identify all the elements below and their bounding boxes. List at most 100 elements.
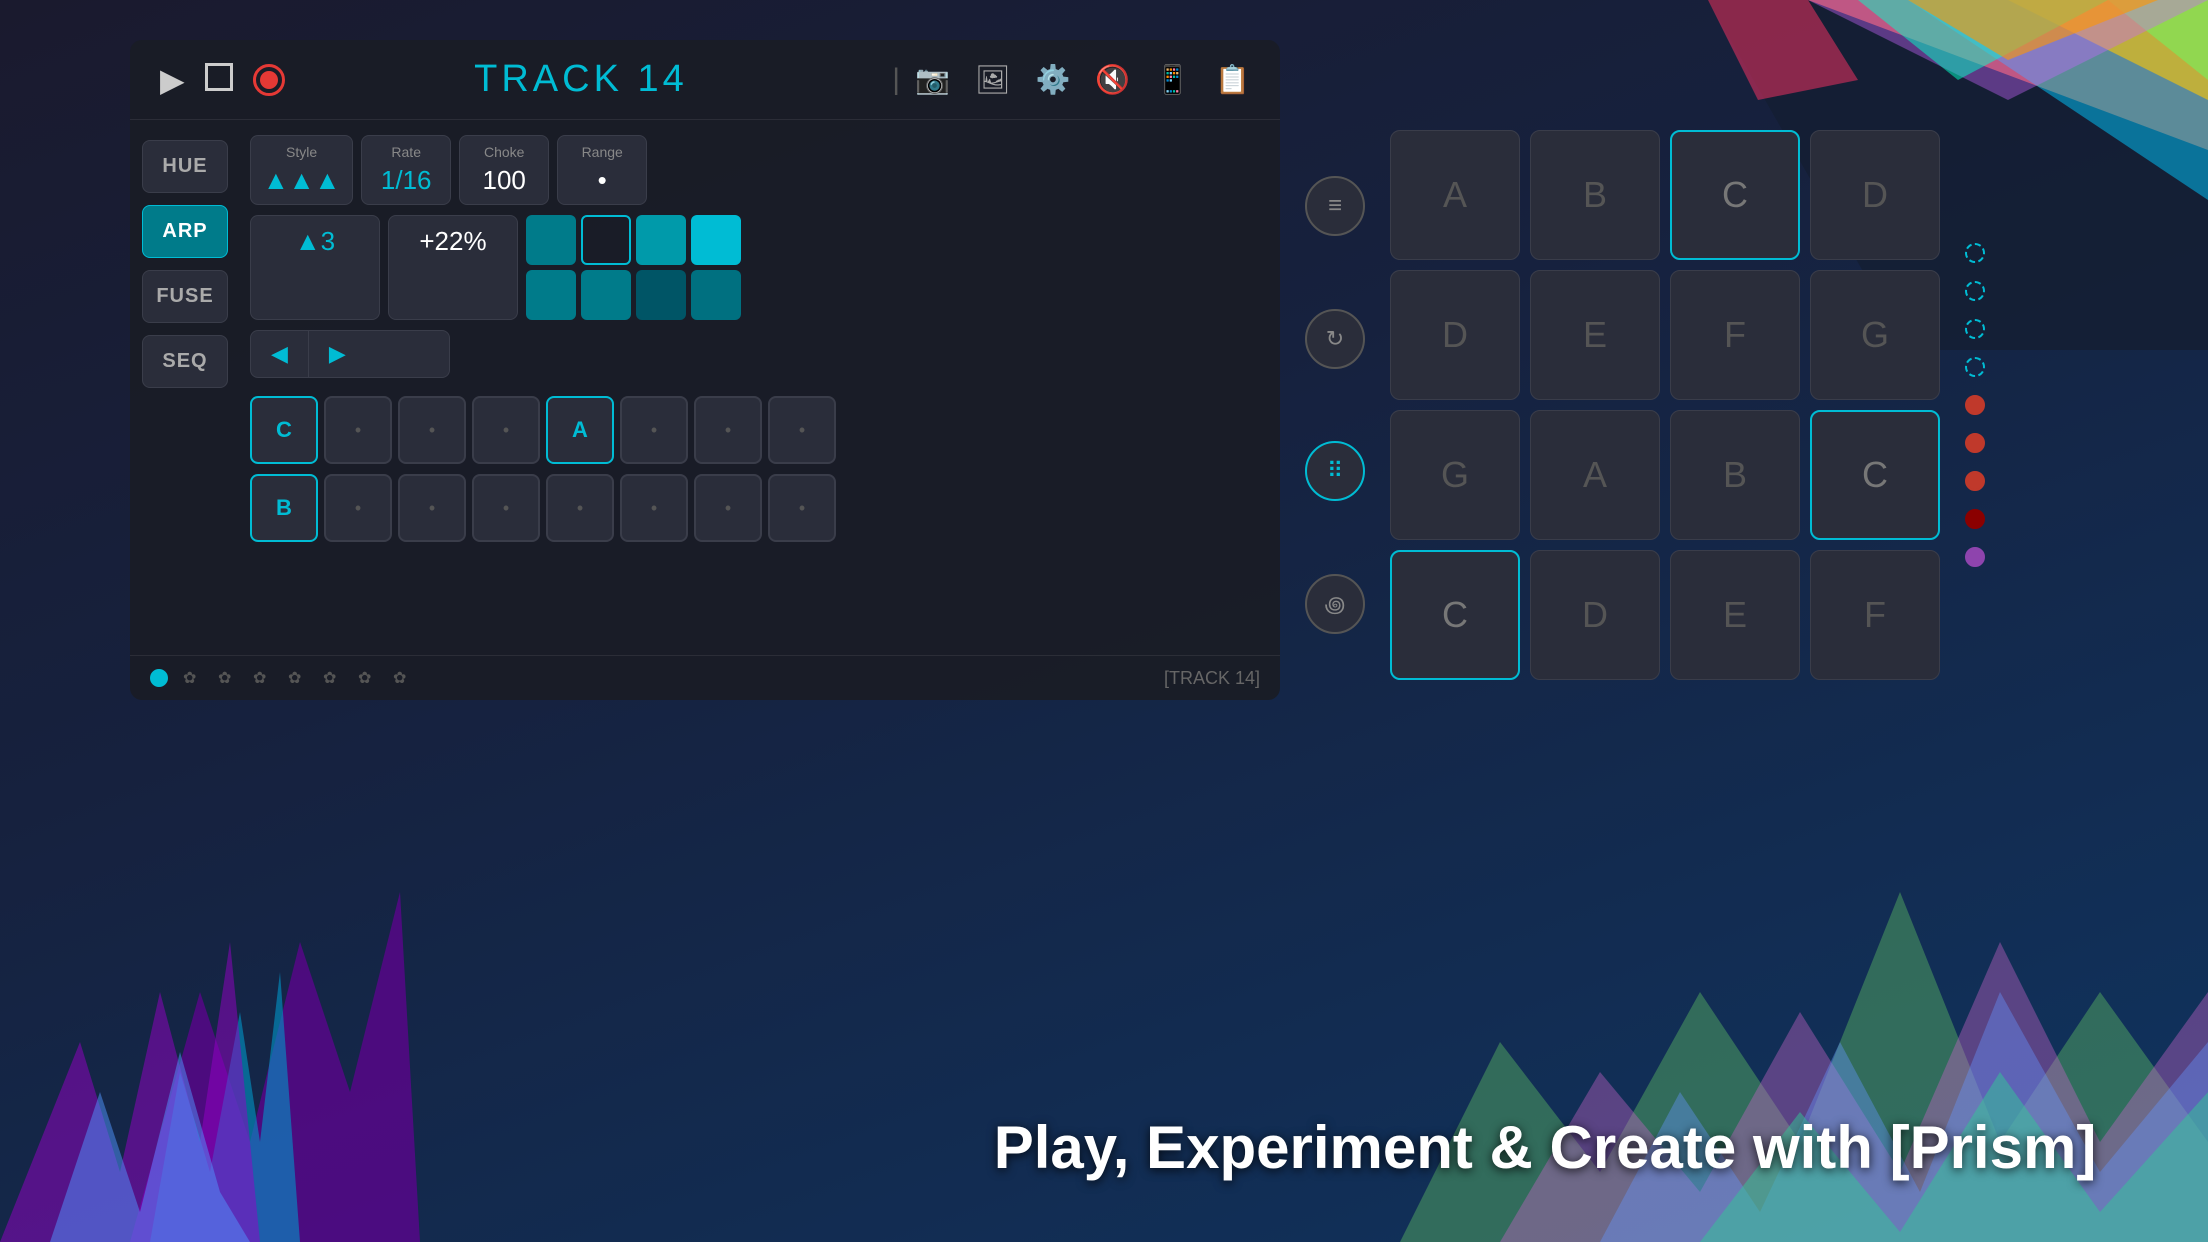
pad-a3[interactable]: A: [1530, 410, 1660, 540]
step-2-4[interactable]: •: [472, 474, 540, 542]
track-dot-1[interactable]: [150, 669, 168, 687]
spiral-button[interactable]: ꩜: [1305, 574, 1365, 634]
rate-control[interactable]: Rate 1/16: [361, 135, 451, 205]
sidebar-btn-hue[interactable]: HUE: [142, 140, 228, 193]
track-title: TRACK 14: [285, 58, 878, 101]
header-bar: ▶ TRACK 14 | 📷 🖼 ⚙️ 🔇 📱 📋: [130, 40, 1280, 120]
pad-f4[interactable]: F: [1810, 550, 1940, 680]
pad-f2[interactable]: F: [1670, 270, 1800, 400]
right-dot-4[interactable]: [1965, 357, 1985, 377]
right-dot-7[interactable]: [1965, 471, 1985, 491]
step-row-2: B • • • • • • •: [250, 474, 1270, 542]
right-dots: [1950, 120, 2000, 690]
title-separator: |: [892, 63, 900, 97]
track-dot-3[interactable]: ✿: [218, 668, 238, 688]
step-sequencer: C • • • A • • • B • • • • • •: [250, 396, 1270, 542]
pad-d2[interactable]: D: [1390, 270, 1520, 400]
step-2-6[interactable]: •: [620, 474, 688, 542]
image-icon[interactable]: 🖼: [975, 63, 1011, 96]
grid-button[interactable]: ⠿: [1305, 441, 1365, 501]
step-1-5[interactable]: A: [546, 396, 614, 464]
track-dot-5[interactable]: ✿: [288, 668, 308, 688]
pattern-btn-2[interactable]: [581, 215, 631, 265]
pad-row-1: A B C D: [1390, 130, 1940, 260]
equalizer-button[interactable]: ≡: [1305, 176, 1365, 236]
pattern-btn-5[interactable]: [526, 270, 576, 320]
record-button[interactable]: [253, 64, 285, 96]
step-2-5[interactable]: •: [546, 474, 614, 542]
pad-b3[interactable]: B: [1670, 410, 1800, 540]
play-button[interactable]: ▶: [160, 61, 185, 99]
step-2-2[interactable]: •: [324, 474, 392, 542]
right-dot-6[interactable]: [1965, 433, 1985, 453]
swing-value: +22%: [419, 226, 486, 256]
track-dot-8[interactable]: ✿: [393, 668, 413, 688]
refresh-button[interactable]: ↻: [1305, 309, 1365, 369]
controls-area: Style ▲▲▲ Rate 1/16 Choke 100 Range •: [240, 120, 1280, 655]
pad-grid: A B C D D E F G G A B C C D E F: [1380, 120, 1950, 690]
right-dot-2[interactable]: [1965, 281, 1985, 301]
right-dot-9[interactable]: [1965, 547, 1985, 567]
pattern-btn-6[interactable]: [581, 270, 631, 320]
pad-b1[interactable]: B: [1530, 130, 1660, 260]
swing-control[interactable]: +22%: [388, 215, 518, 320]
step-2-8[interactable]: •: [768, 474, 836, 542]
pattern-row-2: [526, 270, 741, 320]
pad-e4[interactable]: E: [1670, 550, 1800, 680]
pattern-btn-8[interactable]: [691, 270, 741, 320]
track-dot-4[interactable]: ✿: [253, 668, 273, 688]
track-dot-2[interactable]: ✿: [183, 668, 203, 688]
pad-d4[interactable]: D: [1530, 550, 1660, 680]
right-dot-8[interactable]: [1965, 509, 1985, 529]
step-1-6[interactable]: •: [620, 396, 688, 464]
pad-c3[interactable]: C: [1810, 410, 1940, 540]
step-row-1: C • • • A • • •: [250, 396, 1270, 464]
octave-control[interactable]: ▲3: [250, 215, 380, 320]
pad-e2[interactable]: E: [1530, 270, 1660, 400]
pad-g2[interactable]: G: [1810, 270, 1940, 400]
prev-button[interactable]: ◀: [251, 331, 309, 377]
pad-g3[interactable]: G: [1390, 410, 1520, 540]
step-1-7[interactable]: •: [694, 396, 762, 464]
pad-d1[interactable]: D: [1810, 130, 1940, 260]
style-control[interactable]: Style ▲▲▲: [250, 135, 353, 205]
sidebar-btn-seq[interactable]: SEQ: [142, 335, 228, 388]
step-1-4[interactable]: •: [472, 396, 540, 464]
sidebar-btn-arp[interactable]: ARP: [142, 205, 228, 258]
pattern-btn-3[interactable]: [636, 215, 686, 265]
range-control[interactable]: Range •: [557, 135, 647, 205]
content-area: HUE ARP FUSE SEQ Style ▲▲▲ Rate 1/16 Cho…: [130, 120, 1280, 655]
mute-icon[interactable]: 🔇: [1095, 63, 1130, 96]
paste-icon[interactable]: 📱: [1155, 63, 1190, 96]
step-1-8[interactable]: •: [768, 396, 836, 464]
right-dot-5[interactable]: [1965, 395, 1985, 415]
choke-value: 100: [483, 165, 526, 195]
stop-button[interactable]: [205, 63, 233, 96]
right-dot-3[interactable]: [1965, 319, 1985, 339]
pad-c1[interactable]: C: [1670, 130, 1800, 260]
step-2-7[interactable]: •: [694, 474, 762, 542]
step-1-2[interactable]: •: [324, 396, 392, 464]
step-2-1[interactable]: B: [250, 474, 318, 542]
settings-icon[interactable]: ⚙️: [1036, 63, 1071, 96]
main-panel: ▶ TRACK 14 | 📷 🖼 ⚙️ 🔇 📱 📋 HUE ARP FUSE S…: [130, 40, 1280, 700]
pad-a1[interactable]: A: [1390, 130, 1520, 260]
next-button[interactable]: ▶: [309, 331, 366, 377]
step-2-3[interactable]: •: [398, 474, 466, 542]
track-name-footer: [TRACK 14]: [1164, 668, 1260, 689]
step-1-1[interactable]: C: [250, 396, 318, 464]
copy-icon[interactable]: 📋: [1215, 63, 1250, 96]
camera-icon[interactable]: 📷: [915, 63, 950, 96]
step-1-3[interactable]: •: [398, 396, 466, 464]
pattern-btn-1[interactable]: [526, 215, 576, 265]
right-dot-1[interactable]: [1965, 243, 1985, 263]
choke-control[interactable]: Choke 100: [459, 135, 549, 205]
track-dot-6[interactable]: ✿: [323, 668, 343, 688]
pad-c4[interactable]: C: [1390, 550, 1520, 680]
sidebar-btn-fuse[interactable]: FUSE: [142, 270, 228, 323]
pattern-btn-7[interactable]: [636, 270, 686, 320]
track-dot-7[interactable]: ✿: [358, 668, 378, 688]
pad-row-2: D E F G: [1390, 270, 1940, 400]
rate-value: 1/16: [381, 165, 432, 195]
pattern-btn-4[interactable]: [691, 215, 741, 265]
